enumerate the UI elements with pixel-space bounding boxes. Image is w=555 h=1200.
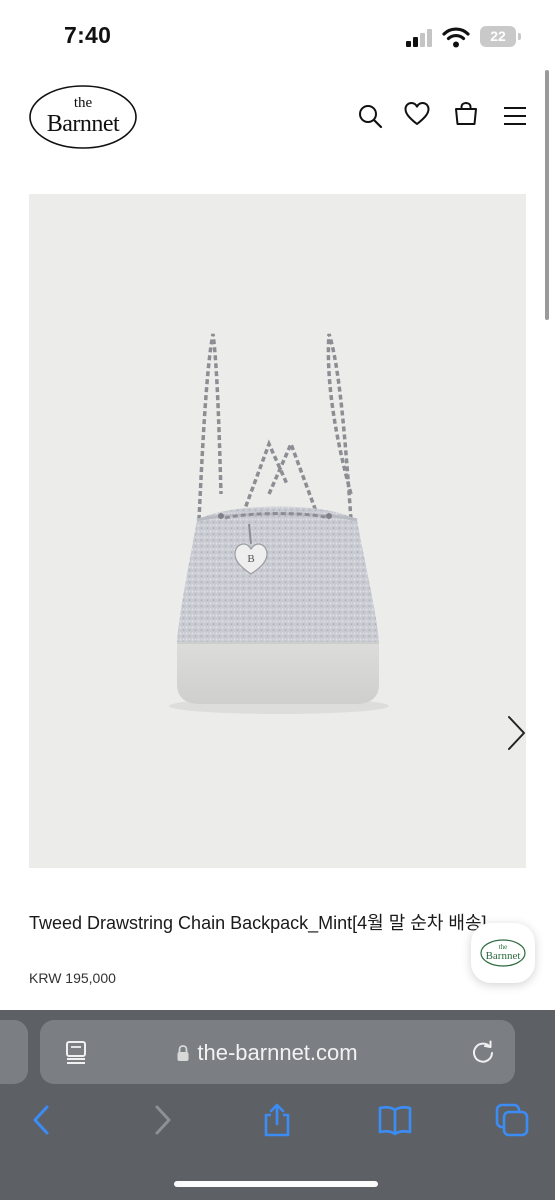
product-price: KRW 195,000 — [29, 970, 116, 986]
product-image-gallery[interactable]: B — [29, 194, 526, 868]
heart-icon[interactable] — [403, 100, 431, 128]
status-bar: 7:40 22 — [0, 0, 555, 70]
shopping-bag-icon[interactable] — [452, 100, 480, 128]
product-photo-backpack: B — [169, 333, 389, 714]
share-icon[interactable] — [259, 1102, 295, 1138]
back-arrow-icon[interactable] — [24, 1102, 60, 1138]
next-image-arrow-icon[interactable] — [503, 714, 526, 752]
wifi-icon — [442, 27, 470, 48]
brand-chat-button[interactable]: the Barnnet — [471, 923, 535, 983]
charm-letter: B — [247, 553, 254, 565]
forward-arrow-icon[interactable] — [144, 1102, 180, 1138]
previous-tab-preview[interactable] — [0, 1020, 28, 1084]
status-time: 7:40 — [64, 22, 112, 48]
site-header: the Barnnet — [0, 78, 555, 158]
home-indicator[interactable] — [174, 1181, 378, 1187]
chat-badge-logo-icon: the Barnnet — [480, 939, 526, 967]
logo-line-1: the — [73, 95, 93, 111]
search-icon[interactable] — [356, 102, 384, 130]
battery-level: 22 — [490, 28, 506, 44]
menu-icon[interactable] — [501, 102, 529, 130]
logo-line-2: Barnnet — [46, 111, 120, 137]
brand-logo[interactable]: the Barnnet — [28, 84, 138, 150]
chat-badge-line-2: Barnnet — [486, 950, 521, 962]
address-bar[interactable]: the-barnnet.com — [40, 1020, 515, 1084]
cellular-signal-icon — [406, 29, 432, 47]
product-title: Tweed Drawstring Chain Backpack_Mint[4월 … — [29, 913, 487, 933]
url-text[interactable]: the-barnnet.com — [40, 1040, 515, 1066]
battery-cap — [518, 33, 521, 40]
browser-toolbar: the-barnnet.com — [0, 1010, 555, 1200]
battery-icon: 22 — [480, 26, 516, 47]
reload-icon[interactable] — [470, 1039, 496, 1065]
tabs-icon[interactable] — [494, 1102, 530, 1138]
bookmarks-icon[interactable] — [377, 1102, 413, 1138]
